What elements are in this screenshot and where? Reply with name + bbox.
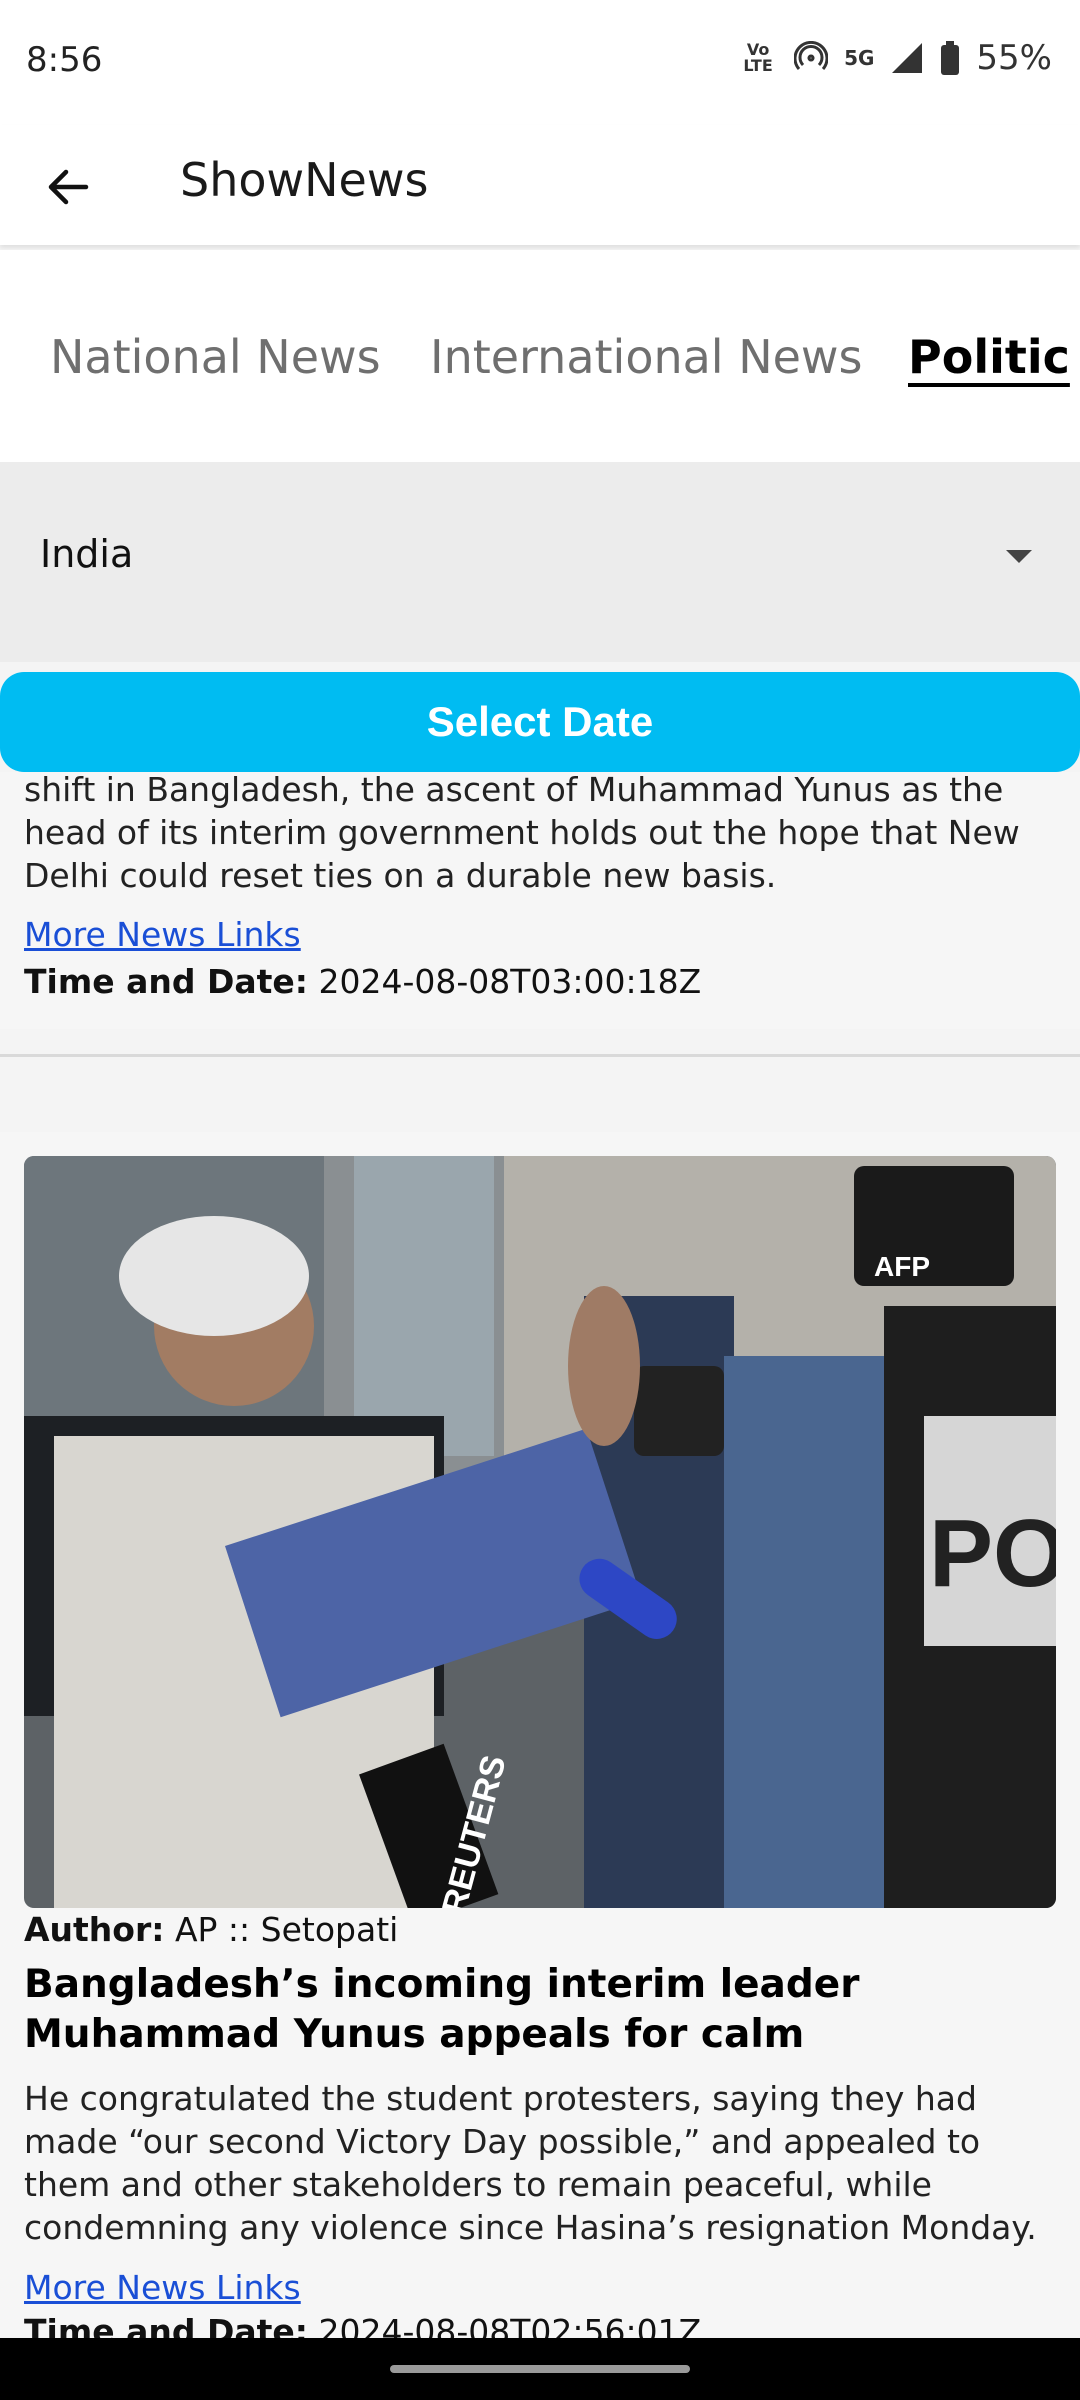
article-time: Time and Date: 2024-08-08T03:00:18Z [24, 962, 701, 1001]
back-button[interactable] [30, 149, 106, 225]
status-time: 8:56 [26, 40, 103, 80]
category-tabs: National News International News Politic [0, 250, 1080, 462]
news-photo: REUTERS AFP POLI [24, 1156, 1056, 1908]
image-text-poli: POLI [929, 1500, 1056, 1607]
dropdown-caret-icon [1006, 550, 1032, 563]
app-bar: ShowNews [0, 125, 1080, 245]
status-icons: Vo LTE 5G 55% [738, 38, 1052, 78]
arrow-back-icon [48, 169, 89, 205]
tab-international-news[interactable]: International News [430, 330, 863, 384]
divider [0, 1054, 1080, 1057]
country-dropdown[interactable]: India [0, 462, 1080, 662]
status-bar: 8:56 Vo LTE 5G 55% [0, 0, 1080, 125]
page-title: ShowNews [180, 153, 429, 207]
home-handle[interactable] [390, 2365, 690, 2373]
more-news-link[interactable]: More News Links [24, 2268, 301, 2307]
tab-national-news[interactable]: National News [50, 330, 381, 384]
dropdown-value: India [40, 532, 134, 576]
author: Author: AP :: Setopati [24, 1910, 398, 1949]
image-text-afp: AFP [874, 1251, 930, 1282]
hotspot-icon [794, 41, 829, 70]
time-value: 2024-08-08T03:00:18Z [318, 962, 702, 1001]
battery-icon [941, 41, 960, 75]
article-summary: He congratulated the student protesters,… [24, 2079, 1037, 2247]
article-summary: shift in Bangladesh, the ascent of Muham… [24, 770, 1020, 895]
volte-icon: Vo LTE [743, 40, 773, 75]
news-image[interactable]: REUTERS AFP POLI [24, 1156, 1056, 1908]
article-headline[interactable]: Bangladesh’s incoming interim leader Muh… [24, 1960, 1054, 2060]
more-news-link[interactable]: More News Links [24, 915, 301, 954]
time-label: Time and Date: [24, 962, 308, 1001]
author-value: AP :: Setopati [174, 1910, 399, 1949]
battery-percent: 55% [976, 38, 1052, 78]
system-nav-bar [0, 2338, 1080, 2400]
select-date-button[interactable]: Select Date [0, 672, 1080, 772]
author-label: Author: [24, 1910, 165, 1949]
tab-politics[interactable]: Politic [908, 330, 1070, 384]
network-type: 5G [844, 46, 875, 70]
signal-icon [892, 43, 923, 73]
